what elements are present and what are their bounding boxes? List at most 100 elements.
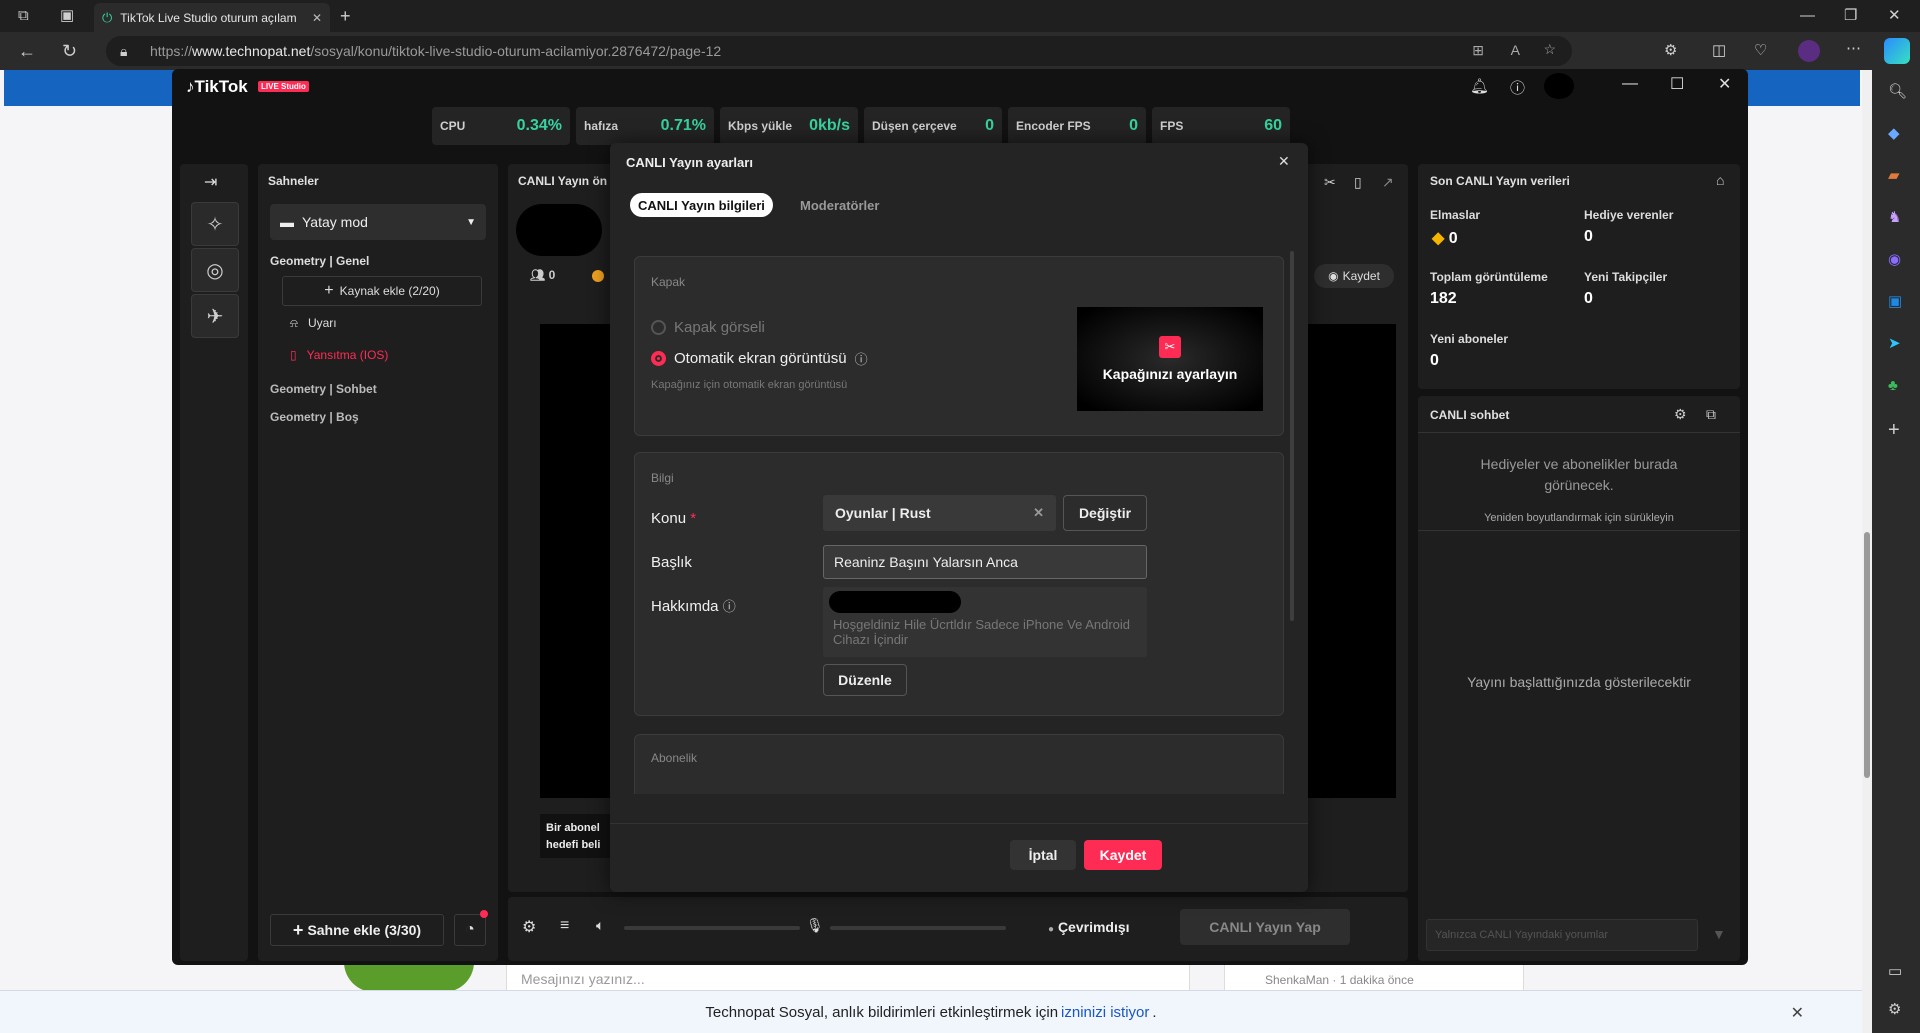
popout-icon[interactable]: ⧉ xyxy=(1706,406,1716,423)
sidebar-tree-icon[interactable]: ♣ xyxy=(1888,378,1898,393)
speaker-icon[interactable]: 🔈︎ xyxy=(596,917,604,934)
stat-kbps: Kbps yükle 0kb/s xyxy=(720,107,858,145)
expand-icon[interactable]: ⇥ xyxy=(204,172,217,192)
scene-group-chat[interactable]: Geometry | Sohbet xyxy=(270,382,377,396)
modal-scrollbar[interactable] xyxy=(1290,251,1294,621)
read-aloud-icon[interactable]: A xyxy=(1511,42,1520,58)
page-scrollbar[interactable] xyxy=(1862,70,1872,1033)
tab-live-info[interactable]: CANLI Yayın bilgileri xyxy=(630,193,773,217)
app-minimize-icon[interactable]: — xyxy=(1622,75,1638,93)
target-icon[interactable]: ◎ xyxy=(191,248,239,292)
microphone-icon[interactable]: 🎙︎ xyxy=(806,917,824,934)
modal-close-icon[interactable]: ✕ xyxy=(1278,153,1290,170)
sidebar-settings-icon[interactable]: ⚙ xyxy=(1888,1002,1901,1017)
add-source-button[interactable]: + Kaynak ekle (2/20) xyxy=(282,276,482,306)
tab-actions-icon[interactable]: ▣ xyxy=(60,8,74,23)
resize-handle[interactable] xyxy=(1418,530,1740,531)
about-label: Hakkımda ⓘ xyxy=(651,596,736,615)
stat-value: 0.71% xyxy=(660,117,706,134)
phone-view-icon[interactable]: ▯ xyxy=(1354,174,1362,191)
copilot-icon[interactable] xyxy=(1884,38,1910,64)
crop-icon[interactable]: ✂ xyxy=(1324,174,1336,191)
scene-group-general[interactable]: Geometry | Genel xyxy=(270,254,369,268)
source-item-mirror[interactable]: ▯ Yansıtma (IOS) xyxy=(290,348,388,362)
chat-input[interactable]: Yalnızca CANLI Yayındaki yorumlar xyxy=(1426,919,1698,951)
cover-image-option[interactable]: Kapak görseli xyxy=(651,319,765,336)
sidebar-layout-icon[interactable]: ▭ xyxy=(1888,964,1902,979)
profile-avatar[interactable] xyxy=(1798,40,1820,62)
record-button[interactable]: ◉ Kaydet xyxy=(1314,264,1394,288)
live-settings-modal: CANLI Yayın ayarları ✕ CANLI Yayın bilgi… xyxy=(610,143,1308,892)
title-input[interactable]: Reaninz Başını Yalarsın Anca xyxy=(823,545,1147,579)
rocket-icon[interactable]: ✈ xyxy=(191,294,239,338)
status-label: Çevrimdışı xyxy=(1057,919,1130,935)
app-close-icon[interactable]: ✕ xyxy=(1718,74,1731,94)
new-tab-icon[interactable]: + xyxy=(340,7,351,25)
bell-icon: ⍾ xyxy=(290,316,298,330)
sliders-icon[interactable]: ≡ xyxy=(560,917,569,935)
user-avatar[interactable] xyxy=(1544,73,1574,99)
viewer-count: 👥︎ 0 xyxy=(530,268,555,282)
topic-value: Oyunlar | Rust xyxy=(835,505,931,521)
mode-dropdown[interactable]: ▬ Yatay mod ▼ xyxy=(270,204,486,240)
sidebar-tag-icon[interactable]: ◆ xyxy=(1888,126,1900,141)
cancel-button[interactable]: İptal xyxy=(1010,840,1076,870)
sidebar-games-icon[interactable]: ♞ xyxy=(1888,210,1901,225)
restore-icon[interactable]: ❐ xyxy=(1844,8,1857,23)
sidebar-outlook-icon[interactable]: ▣ xyxy=(1888,294,1902,309)
palette-button[interactable]: ◔ xyxy=(454,914,486,946)
save-button[interactable]: Kaydet xyxy=(1084,840,1162,870)
collections-icon[interactable]: ♡ xyxy=(1754,43,1767,58)
mic-volume-slider[interactable] xyxy=(830,926,1006,930)
notification-bell-icon[interactable]: 🔔︎ xyxy=(1470,77,1489,95)
help-icon[interactable]: ⓘ xyxy=(1510,77,1525,98)
change-topic-button[interactable]: Değiştir xyxy=(1063,495,1147,531)
sidebar-search-icon[interactable]: 🔍︎ xyxy=(1888,84,1907,99)
about-info-icon[interactable]: ⓘ xyxy=(723,599,736,614)
extensions-icon[interactable]: ⚙ xyxy=(1664,43,1677,58)
sidebar-tools-icon[interactable]: ▰ xyxy=(1888,168,1900,183)
cover-preview-button[interactable]: ✂ Kapağınızı ayarlayın xyxy=(1077,307,1263,411)
apps-icon[interactable]: ⊞ xyxy=(1472,42,1484,59)
url-bar[interactable]: 🔒︎ https://www.technopat.net/sosyal/konu… xyxy=(106,36,1572,66)
back-icon[interactable]: ← xyxy=(18,42,36,60)
tab-moderators[interactable]: Moderatörler xyxy=(800,198,879,213)
notify-permission-link[interactable]: izninizi istiyor xyxy=(1061,1004,1149,1021)
close-window-icon[interactable]: ✕ xyxy=(1888,8,1901,23)
minimize-icon[interactable]: — xyxy=(1800,8,1815,23)
share-icon[interactable]: ↗ xyxy=(1382,174,1394,191)
stat-value: 60 xyxy=(1264,117,1282,134)
close-tab-icon[interactable]: ✕ xyxy=(312,11,322,25)
topic-field[interactable]: Oyunlar | Rust ✕ xyxy=(823,495,1056,531)
favorite-icon[interactable]: ☆ xyxy=(1543,41,1556,58)
effects-icon[interactable]: ✧ xyxy=(191,202,239,246)
add-scene-button[interactable]: + Sahne ekle (3/30) xyxy=(270,914,444,946)
app-maximize-icon[interactable]: ☐ xyxy=(1670,74,1684,94)
scene-group-empty[interactable]: Geometry | Boş xyxy=(270,410,359,424)
url-domain: www.technopat.net xyxy=(192,43,311,59)
refresh-icon[interactable]: ↻ xyxy=(62,42,77,60)
chat-settings-icon[interactable]: ⚙ xyxy=(1674,406,1687,423)
notify-close-icon[interactable]: ✕ xyxy=(1791,1003,1804,1023)
speaker-volume-slider[interactable] xyxy=(624,926,800,930)
edit-about-button[interactable]: Düzenle xyxy=(823,664,907,696)
clear-icon[interactable]: ✕ xyxy=(1033,505,1044,521)
sidebar-copilot-icon[interactable]: ◉ xyxy=(1888,252,1901,267)
home-icon[interactable]: ⌂ xyxy=(1716,172,1724,188)
more-icon[interactable]: ⋯ xyxy=(1846,41,1861,56)
workspaces-icon[interactable]: ⧉ xyxy=(18,8,29,23)
source-item-alert[interactable]: ⍾ Uyarı xyxy=(290,316,337,331)
info-icon[interactable]: ⓘ xyxy=(855,349,868,368)
settings-icon[interactable]: ⚙ xyxy=(522,917,536,937)
page-scrollbar-thumb[interactable] xyxy=(1864,532,1870,778)
filter-icon[interactable]: ▼ xyxy=(1712,926,1726,942)
go-live-button[interactable]: CANLI Yayın Yap xyxy=(1180,909,1350,945)
sidebar-add-icon[interactable]: + xyxy=(1888,420,1900,440)
browser-tab[interactable]: ⏻ TikTok Live Studio oturum açılam ✕ xyxy=(94,3,330,32)
app-logo: ♪TikTok xyxy=(186,77,248,97)
stat-dropped-frames: Düşen çerçeve 0 xyxy=(864,107,1002,145)
split-screen-icon[interactable]: ◫ xyxy=(1712,43,1726,58)
sidebar-send-icon[interactable]: ➤ xyxy=(1888,336,1901,351)
auto-screenshot-option[interactable]: Otomatik ekran görüntüsü ⓘ xyxy=(651,349,868,368)
site-avatar-image xyxy=(344,962,474,992)
